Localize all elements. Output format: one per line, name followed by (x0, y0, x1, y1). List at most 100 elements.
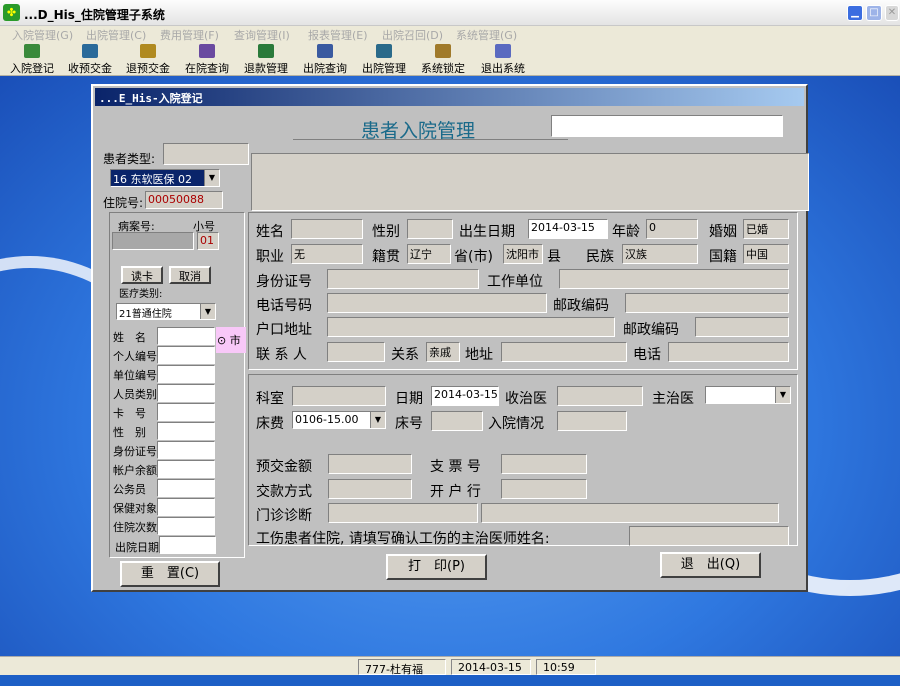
insurance-field-input[interactable] (157, 346, 215, 364)
native-field[interactable]: 辽宁 (407, 244, 451, 264)
menu-discharge[interactable]: 出院管理(C) (86, 27, 146, 43)
bed-no-field[interactable] (431, 411, 483, 431)
toolbar-label: 出院查询 (303, 62, 347, 75)
toolbar-button-6[interactable]: 出院管理 (354, 44, 414, 76)
hukou-field[interactable] (327, 317, 615, 337)
discharge-date-field[interactable] (159, 536, 216, 554)
relation-field[interactable]: 亲戚 (426, 342, 460, 362)
med-type-select[interactable]: 21普通住院 ▼ (116, 303, 216, 320)
check-field[interactable] (501, 454, 587, 474)
insurance-field-label: 卡 号 (113, 407, 146, 420)
menu-reports[interactable]: 报表管理(E) (308, 27, 368, 43)
discharge-manage-icon (376, 44, 392, 58)
maximize-button[interactable]: □ (866, 5, 882, 21)
insurance-field-input[interactable] (157, 384, 215, 402)
insurance-field-input[interactable] (157, 498, 215, 516)
refund-manage-icon (258, 44, 274, 58)
diagnosis-field[interactable] (481, 503, 779, 523)
refund-icon (140, 44, 156, 58)
toolbar-label: 退款管理 (244, 62, 288, 75)
bed-fee-select[interactable]: 0106-15.00 ▼ (292, 411, 386, 429)
menu-admission[interactable]: 入院管理(G) (12, 27, 73, 43)
toolbar-button-7[interactable]: 系统锁定 (413, 44, 473, 76)
phone-field[interactable] (327, 293, 547, 313)
dept-field[interactable] (292, 386, 386, 406)
patient-type-select[interactable]: 16 东软医保 02 ▼ (110, 169, 220, 187)
toolbar-button-5[interactable]: 出院查询 (295, 44, 355, 76)
address-field[interactable] (501, 342, 627, 362)
tel-field[interactable] (668, 342, 789, 362)
injury-doctor-field[interactable] (629, 526, 789, 546)
info-panel (251, 153, 809, 211)
address-label: 地址 (465, 347, 493, 363)
insurance-field-label: 住院次数 (113, 521, 157, 534)
attending-select[interactable]: ▼ (705, 386, 791, 404)
insurance-field-input[interactable] (157, 441, 215, 459)
doctor-field[interactable] (557, 386, 643, 406)
bank-field[interactable] (501, 479, 587, 499)
menu-fees[interactable]: 费用管理(F) (160, 27, 219, 43)
dialog-title: ...E_His-入院登记 (95, 88, 804, 106)
diagnosis-code-field[interactable] (328, 503, 478, 523)
work-field[interactable] (559, 269, 789, 289)
age-field[interactable]: 0 (646, 219, 698, 239)
age-label: 年龄 (612, 224, 640, 240)
sub-no-field[interactable]: 01 (197, 232, 219, 250)
heading-input[interactable] (551, 115, 783, 137)
contact-field[interactable] (327, 342, 385, 362)
insurance-field-input[interactable] (157, 403, 215, 421)
nation-field[interactable]: 中国 (743, 244, 789, 264)
insurance-field-label: 单位编号 (113, 369, 157, 382)
status-field[interactable] (557, 411, 627, 431)
menu-query[interactable]: 查询管理(I) (234, 27, 290, 43)
gender-field[interactable] (407, 219, 453, 239)
toolbar-button-1[interactable]: 收预交金 (60, 44, 120, 76)
pay-method-field[interactable] (328, 479, 412, 499)
diagnosis-label: 门诊诊断 (256, 508, 312, 524)
close-button[interactable]: ✕ (885, 5, 899, 21)
city-radio[interactable]: ⊙ 市 (216, 327, 246, 353)
toolbar-button-4[interactable]: 退款管理 (236, 44, 296, 76)
name-field[interactable] (291, 219, 363, 239)
menu-recall[interactable]: 出院召回(D) (382, 27, 443, 43)
insurance-field-input[interactable] (157, 517, 215, 535)
city-field[interactable]: 沈阳市 (503, 244, 543, 264)
date-field[interactable]: 2014-03-15 (431, 386, 499, 406)
bank-label: 开 户 行 (430, 484, 481, 500)
insurance-field-input[interactable] (157, 460, 215, 478)
case-no-field[interactable] (112, 232, 194, 250)
minimize-button[interactable]: ▁ (847, 5, 863, 21)
exit-button[interactable]: 退 出(Q) (660, 552, 761, 578)
read-card-button[interactable]: 读卡 (121, 266, 163, 284)
toolbar-button-2[interactable]: 退预交金 (118, 44, 178, 76)
admission-no-field[interactable]: 00050088 (145, 191, 223, 209)
bed-no-label: 床号 (395, 416, 423, 432)
postcode-field[interactable] (625, 293, 789, 313)
print-button[interactable]: 打 印(P) (386, 554, 487, 580)
birth-field[interactable]: 2014-03-15 (528, 219, 608, 239)
id-field[interactable] (327, 269, 479, 289)
insurance-field-input[interactable] (157, 422, 215, 440)
insurance-field-input[interactable] (157, 327, 215, 345)
cancel-button[interactable]: 取消 (169, 266, 211, 284)
patient-type-field[interactable] (163, 143, 249, 165)
status-label: 入院情况 (488, 416, 544, 432)
menu-bar: 入院管理(G) 出院管理(C) 费用管理(F) 查询管理(I) 报表管理(E) … (0, 26, 900, 42)
toolbar-label: 退预交金 (126, 62, 170, 75)
job-field[interactable]: 无 (291, 244, 363, 264)
marriage-field[interactable]: 已婚 (743, 219, 789, 239)
postcode2-field[interactable] (695, 317, 789, 337)
toolbar-button-0[interactable]: 入院登记 (2, 44, 62, 76)
menu-system[interactable]: 系统管理(G) (456, 27, 517, 43)
toolbar-button-8[interactable]: 退出系统 (473, 44, 533, 76)
insurance-field-input[interactable] (157, 365, 215, 383)
marriage-label: 婚姻 (709, 224, 737, 240)
insurance-field-input[interactable] (157, 479, 215, 497)
ethnic-label: 民族 (586, 249, 614, 265)
reset-button[interactable]: 重 置(C) (120, 561, 220, 587)
toolbar-button-3[interactable]: 在院查询 (177, 44, 237, 76)
postcode-label: 邮政编码 (553, 298, 609, 314)
prepay-field[interactable] (328, 454, 412, 474)
toolbar-label: 在院查询 (185, 62, 229, 75)
ethnic-field[interactable]: 汉族 (622, 244, 698, 264)
